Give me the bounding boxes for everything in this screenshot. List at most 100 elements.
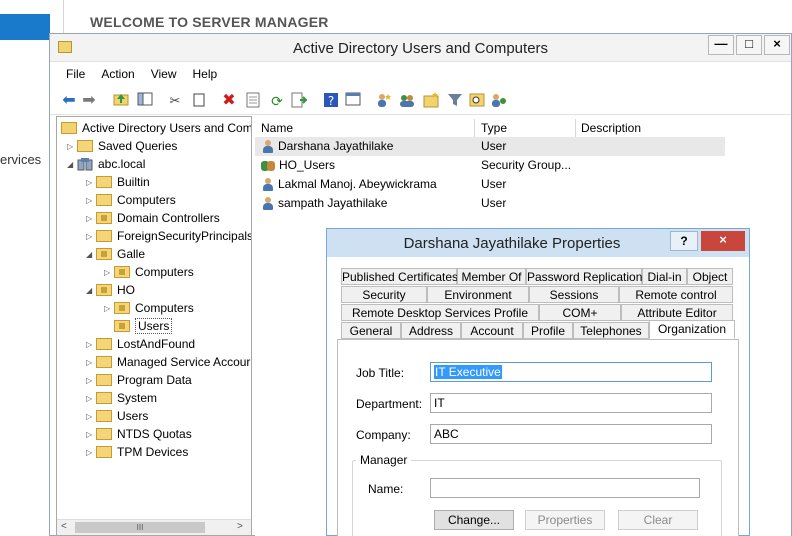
tab-security[interactable]: Security xyxy=(341,286,427,303)
menu-help[interactable]: Help xyxy=(185,63,226,81)
help-icon[interactable]: ? xyxy=(322,92,340,110)
list-row[interactable]: Darshana Jayathilake User xyxy=(255,137,725,156)
new-user-icon[interactable] xyxy=(374,92,392,110)
tab-published-certificates[interactable]: Published Certificates xyxy=(341,268,458,285)
tree-item-ho[interactable]: ◢ HO xyxy=(86,281,135,299)
delete-icon[interactable]: ✖ xyxy=(220,92,238,110)
job-title-field[interactable]: IT Executive xyxy=(430,362,712,382)
tab-sessions[interactable]: Sessions xyxy=(529,286,619,303)
add-to-group-icon[interactable] xyxy=(490,92,508,110)
tree-item-program-data[interactable]: ▷ Program Data xyxy=(86,371,192,389)
show-console-tree-icon[interactable] xyxy=(136,92,154,110)
dialog-help-button[interactable]: ? xyxy=(670,231,698,251)
expander-icon[interactable]: ▷ xyxy=(86,426,96,444)
clear-button[interactable]: Clear xyxy=(618,510,698,530)
filter-icon[interactable] xyxy=(446,92,464,110)
tab-profile[interactable]: Profile xyxy=(523,322,573,339)
list-row[interactable]: Lakmal Manoj. Abeywickrama User xyxy=(255,175,725,194)
server-manager-selected-item[interactable] xyxy=(0,14,50,40)
expander-icon[interactable]: ▷ xyxy=(86,336,96,354)
tree-item-tpm-devices[interactable]: ▷ TPM Devices xyxy=(86,443,188,461)
console-icon[interactable] xyxy=(344,92,362,110)
column-header-description[interactable]: Description xyxy=(581,119,641,137)
list-row[interactable]: sampath Jayathilake User xyxy=(255,194,725,213)
server-manager-services-label[interactable]: ervices xyxy=(0,152,41,167)
close-button[interactable]: × xyxy=(764,35,790,55)
change-button[interactable]: Change... xyxy=(434,510,514,530)
back-arrow-icon[interactable]: ⬅ xyxy=(60,92,78,110)
expander-icon[interactable]: ▷ xyxy=(86,372,96,390)
tab-environment[interactable]: Environment xyxy=(427,286,529,303)
tree-item-foreign-security-principals[interactable]: ▷ ForeignSecurityPrincipals xyxy=(86,227,251,246)
column-separator[interactable] xyxy=(575,119,576,137)
scroll-right-icon[interactable]: > xyxy=(237,521,243,532)
expander-icon[interactable]: ▷ xyxy=(86,444,96,462)
tree-item-builtin[interactable]: ▷ Builtin xyxy=(86,173,150,191)
expander-icon[interactable]: ▷ xyxy=(104,300,114,318)
tree-item-system[interactable]: ▷ System xyxy=(86,389,157,407)
tree-item-saved-queries[interactable]: ▷ Saved Queries xyxy=(67,137,177,155)
column-separator[interactable] xyxy=(474,119,475,137)
properties-button[interactable]: Properties xyxy=(525,510,605,530)
tree-item-computers[interactable]: ▷ Computers xyxy=(86,191,176,209)
scroll-thumb[interactable]: III xyxy=(75,522,205,533)
expander-icon[interactable]: ▷ xyxy=(86,408,96,426)
menu-file[interactable]: File xyxy=(50,63,93,81)
find-icon[interactable] xyxy=(468,92,486,110)
column-header-name[interactable]: Name xyxy=(261,119,293,137)
tree-item-ho-users[interactable]: Users xyxy=(104,317,173,335)
expander-icon[interactable]: ▷ xyxy=(86,390,96,408)
tab-member-of[interactable]: Member Of xyxy=(457,268,526,285)
tree-item-lost-and-found[interactable]: ▷ LostAndFound xyxy=(86,335,195,353)
console-tree[interactable]: Active Directory Users and Com ▷ Saved Qu… xyxy=(56,116,252,536)
expander-icon[interactable]: ▷ xyxy=(67,138,77,156)
aduc-titlebar[interactable]: Active Directory Users and Computers — □… xyxy=(50,34,791,62)
tree-item-users[interactable]: ▷ Users xyxy=(86,407,148,425)
tab-dial-in[interactable]: Dial-in xyxy=(642,268,687,285)
new-group-icon[interactable] xyxy=(398,92,416,110)
tab-remote-desktop-services-profile[interactable]: Remote Desktop Services Profile xyxy=(341,304,539,321)
export-list-icon[interactable] xyxy=(290,92,308,110)
tree-item-ho-computers[interactable]: ▷ Computers xyxy=(104,299,194,317)
expander-icon[interactable]: ◢ xyxy=(86,246,96,264)
expander-icon[interactable]: ▷ xyxy=(86,192,96,210)
expander-icon[interactable]: ◢ xyxy=(67,156,77,174)
department-field[interactable]: IT xyxy=(430,393,712,413)
tab-remote-control[interactable]: Remote control xyxy=(619,286,733,303)
minimize-button[interactable]: — xyxy=(708,35,734,55)
tab-organization[interactable]: Organization xyxy=(649,320,735,339)
up-folder-icon[interactable] xyxy=(112,92,130,110)
tab-general[interactable]: General xyxy=(341,322,401,339)
tree-horizontal-scrollbar[interactable]: < III > xyxy=(57,519,251,535)
expander-icon[interactable]: ▷ xyxy=(86,174,96,192)
tree-item-ntds-quotas[interactable]: ▷ NTDS Quotas xyxy=(86,425,192,443)
new-ou-icon[interactable] xyxy=(422,92,440,110)
expander-icon[interactable]: ▷ xyxy=(86,210,96,228)
forward-arrow-icon[interactable]: ➡ xyxy=(80,92,98,110)
scroll-left-icon[interactable]: < xyxy=(61,521,67,532)
tree-item-galle-computers[interactable]: ▷ Computers xyxy=(104,263,194,281)
tree-item-managed-service-accounts[interactable]: ▷ Managed Service Accour xyxy=(86,353,250,371)
tab-password-replication[interactable]: Password Replication xyxy=(526,268,642,285)
tab-account[interactable]: Account xyxy=(461,322,523,339)
dialog-close-button[interactable]: × xyxy=(701,231,745,251)
tree-root[interactable]: Active Directory Users and Com xyxy=(61,119,251,137)
tree-item-galle[interactable]: ◢ Galle xyxy=(86,245,145,263)
maximize-button[interactable]: □ xyxy=(736,35,762,55)
dialog-titlebar[interactable]: Darshana Jayathilake Properties ? × xyxy=(327,229,749,257)
tab-address[interactable]: Address xyxy=(401,322,461,339)
tab-object[interactable]: Object xyxy=(687,268,733,285)
refresh-icon[interactable]: ⟳ xyxy=(268,92,286,110)
cut-icon[interactable]: ✂ xyxy=(166,92,184,110)
tree-item-domain-controllers[interactable]: ▷ Domain Controllers xyxy=(86,209,220,227)
column-header-type[interactable]: Type xyxy=(481,119,507,137)
company-field[interactable]: ABC xyxy=(430,424,712,444)
expander-icon[interactable]: ▷ xyxy=(104,264,114,282)
tab-attribute-editor[interactable]: Attribute Editor xyxy=(621,304,733,321)
tab-telephones[interactable]: Telephones xyxy=(573,322,649,339)
menu-view[interactable]: View xyxy=(143,63,185,81)
properties-icon[interactable] xyxy=(244,92,262,110)
expander-icon[interactable]: ▷ xyxy=(86,354,96,372)
expander-icon[interactable]: ▷ xyxy=(86,228,96,246)
tab-com-plus[interactable]: COM+ xyxy=(539,304,621,321)
